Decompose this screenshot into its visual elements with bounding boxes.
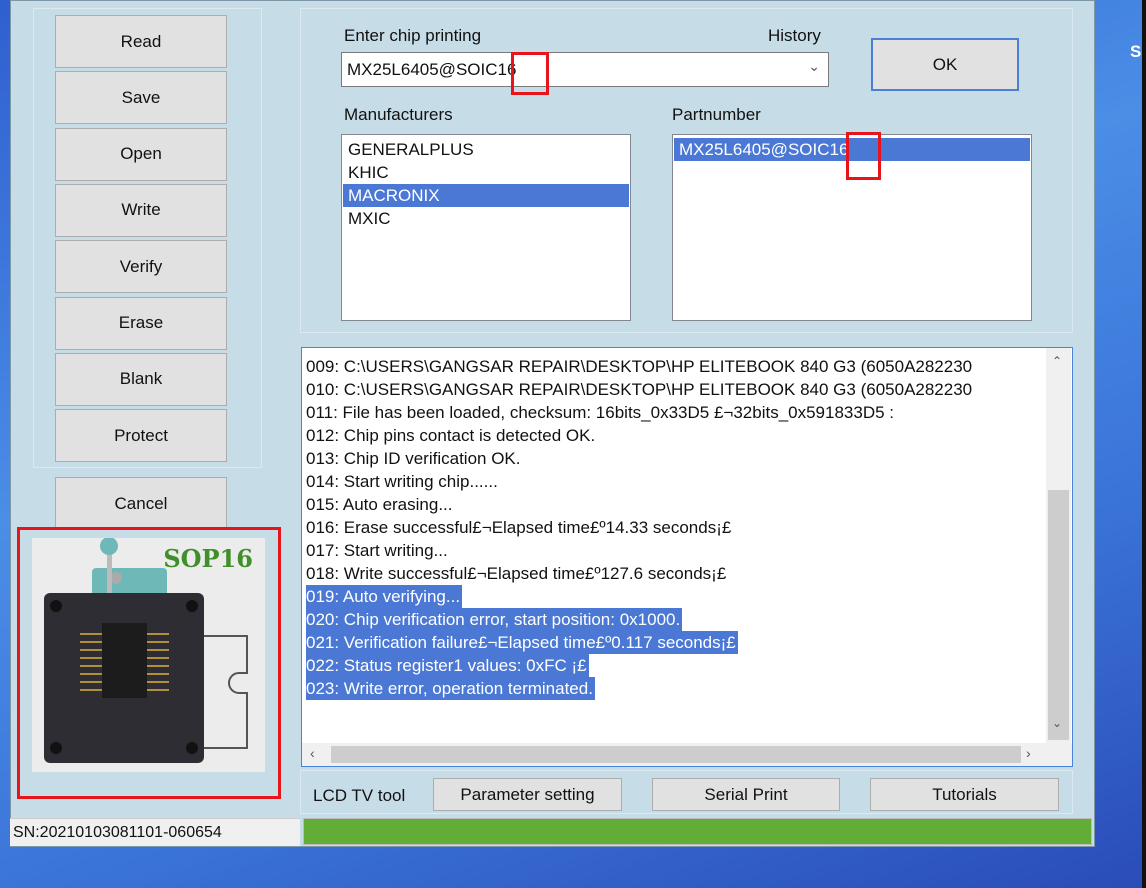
scroll-down-icon[interactable]: ⌄ — [1052, 716, 1062, 730]
vertical-scrollbar[interactable]: ⌃ ⌄ — [1046, 348, 1071, 743]
log-line: 013: Chip ID verification OK. — [306, 449, 521, 468]
log-line: 016: Erase successful£¬Elapsed time£º14.… — [306, 518, 732, 537]
log-line: 014: Start writing chip...... — [306, 472, 498, 491]
log-line: 012: Chip pins contact is detected OK. — [306, 426, 596, 445]
log-line: 023: Write error, operation terminated. — [306, 677, 595, 700]
manufacturers-item[interactable]: MXIC — [343, 207, 629, 230]
manufacturers-item[interactable]: GENERALPLUS — [343, 138, 629, 161]
scroll-corner — [1046, 743, 1072, 766]
log-line: 020: Chip verification error, start posi… — [306, 608, 683, 631]
chip-printing-value: MX25L6405@SOIC16 — [347, 60, 517, 79]
ok-button[interactable]: OK — [871, 38, 1019, 91]
save-button[interactable]: Save — [55, 71, 227, 125]
scroll-left-icon[interactable]: ‹ — [310, 745, 315, 761]
log-line: 019: Auto verifying... — [306, 585, 463, 608]
log-line: 021: Verification failure£¬Elapsed time£… — [306, 631, 738, 654]
sop16-adapter-image: SOP16 — [32, 537, 265, 772]
log-line: 010: C:\USERS\GANGSAR REPAIR\DESKTOP\HP … — [306, 380, 973, 399]
serial-print-button[interactable]: Serial Print — [652, 778, 840, 811]
vertical-scroll-thumb[interactable] — [1048, 490, 1069, 740]
chip-printing-label: Enter chip printing — [344, 26, 482, 45]
highlight-box — [846, 132, 881, 180]
log-line: 018: Write successful£¬Elapsed time£º127… — [306, 564, 727, 583]
manufacturers-item[interactable]: MACRONIX — [343, 184, 629, 207]
screen-edge — [1142, 0, 1146, 888]
lcd-tv-tool-label: LCD TV tool — [313, 786, 406, 805]
cancel-button[interactable]: Cancel — [55, 477, 227, 530]
write-button[interactable]: Write — [55, 183, 227, 237]
manufacturers-label: Manufacturers — [344, 105, 453, 124]
erase-button[interactable]: Erase — [55, 296, 227, 350]
manufacturers-list[interactable]: GENERALPLUS KHIC MACRONIX MXIC — [341, 134, 631, 321]
read-button[interactable]: Read — [55, 15, 227, 68]
scroll-right-icon[interactable]: › — [1026, 745, 1031, 761]
parameter-setting-button[interactable]: Parameter setting — [433, 778, 622, 811]
chevron-down-icon[interactable]: ⌄ — [808, 58, 820, 75]
scroll-up-icon[interactable]: ⌃ — [1052, 354, 1062, 368]
package-label: SOP16 — [163, 544, 253, 573]
horizontal-scrollbar[interactable]: ‹ › — [302, 743, 1046, 766]
progress-fill — [304, 819, 1091, 844]
log-line: 015: Auto erasing... — [306, 495, 453, 514]
log-line: 017: Start writing... — [306, 541, 448, 560]
verify-button[interactable]: Verify — [55, 240, 227, 294]
manufacturers-item[interactable]: KHIC — [343, 161, 629, 184]
progress-bar — [303, 818, 1092, 845]
chip-printing-combobox[interactable]: MX25L6405@SOIC16 ⌄ — [341, 52, 829, 87]
tutorials-button[interactable]: Tutorials — [870, 778, 1059, 811]
log-line: 011: File has been loaded, checksum: 16b… — [306, 403, 895, 422]
desktop-edge-text: S — [1130, 42, 1142, 61]
log-line: 022: Status register1 values: 0xFC ¡£ — [306, 654, 589, 677]
open-button[interactable]: Open — [55, 127, 227, 181]
blank-button[interactable]: Blank — [55, 352, 227, 406]
history-label: History — [768, 26, 821, 45]
protect-button[interactable]: Protect — [55, 409, 227, 463]
partnumber-label: Partnumber — [672, 105, 761, 124]
log-output[interactable]: 009: C:\USERS\GANGSAR REPAIR\DESKTOP\HP … — [301, 347, 1073, 767]
highlight-box — [511, 52, 549, 95]
serial-number: SN:20210103081101-060654 — [10, 818, 300, 846]
horizontal-scroll-thumb[interactable] — [331, 746, 1021, 763]
log-line: 009: C:\USERS\GANGSAR REPAIR\DESKTOP\HP … — [306, 357, 973, 376]
